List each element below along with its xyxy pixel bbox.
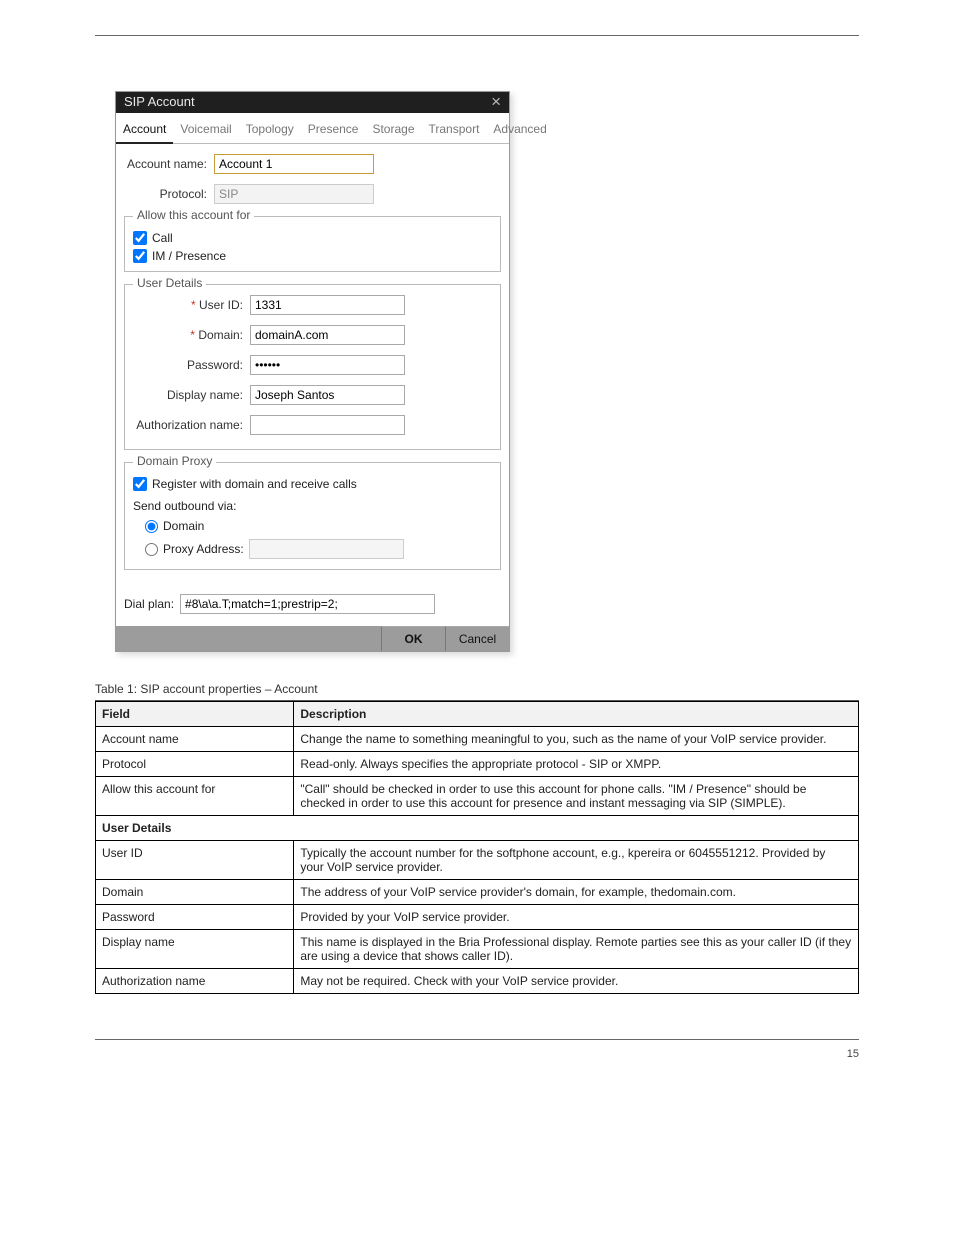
close-icon[interactable]: × (491, 93, 501, 110)
page-number: 15 (847, 1048, 859, 1060)
table-row: Authorization nameMay not be required. C… (96, 969, 859, 994)
table-caption: Table 1: SIP account properties – Accoun… (95, 682, 859, 696)
properties-table: Field Description Account nameChange the… (95, 701, 859, 994)
ok-button[interactable]: OK (381, 626, 445, 651)
auth-name-label: Authorization name: (133, 418, 243, 432)
table-section-row: User Details (96, 816, 859, 841)
account-name-input[interactable] (214, 154, 374, 174)
domain-label: * Domain: (133, 328, 243, 342)
register-label: Register with domain and receive calls (152, 477, 357, 491)
page-top-rule (95, 35, 859, 36)
outbound-domain-label: Domain (163, 519, 204, 533)
tab-presence[interactable]: Presence (301, 119, 366, 143)
allow-call-checkbox[interactable] (133, 231, 147, 245)
tab-topology[interactable]: Topology (239, 119, 301, 143)
user-id-label: * User ID: (133, 298, 243, 312)
table-row: Account nameChange the name to something… (96, 727, 859, 752)
dialog-title: SIP Account (124, 94, 195, 109)
display-name-input[interactable] (250, 385, 405, 405)
allow-im-label: IM / Presence (152, 249, 226, 263)
cancel-button[interactable]: Cancel (445, 626, 509, 651)
protocol-label: Protocol: (124, 187, 207, 201)
domain-proxy-fieldset: Domain Proxy Register with domain and re… (124, 462, 501, 570)
allow-call-label: Call (152, 231, 173, 245)
password-label: Password: (133, 358, 243, 372)
page-bottom-rule (95, 1039, 859, 1040)
password-input[interactable] (250, 355, 405, 375)
outbound-proxy-label: Proxy Address: (163, 542, 244, 556)
protocol-input (214, 184, 374, 204)
sip-account-dialog: SIP Account × Account Voicemail Topology… (115, 91, 510, 652)
col-description: Description (294, 702, 859, 727)
tab-voicemail[interactable]: Voicemail (173, 119, 238, 143)
table-row: PasswordProvided by your VoIP service pr… (96, 905, 859, 930)
table-row: DomainThe address of your VoIP service p… (96, 880, 859, 905)
tab-transport[interactable]: Transport (422, 119, 487, 143)
table-row: Display nameThis name is displayed in th… (96, 930, 859, 969)
display-name-label: Display name: (133, 388, 243, 402)
allow-im-checkbox[interactable] (133, 249, 147, 263)
dialog-buttonbar: OK Cancel (116, 626, 509, 651)
proxy-address-input[interactable] (249, 539, 404, 559)
tab-storage[interactable]: Storage (365, 119, 421, 143)
user-id-input[interactable] (250, 295, 405, 315)
outbound-proxy-radio[interactable] (145, 543, 158, 556)
register-checkbox[interactable] (133, 477, 147, 491)
dialog-titlebar: SIP Account × (116, 92, 509, 113)
account-name-label: Account name: (124, 157, 207, 171)
dialog-tabs: Account Voicemail Topology Presence Stor… (116, 113, 509, 144)
allow-account-fieldset: Allow this account for Call IM / Presenc… (124, 216, 501, 272)
table-row: ProtocolRead-only. Always specifies the … (96, 752, 859, 777)
table-header-row: Field Description (96, 702, 859, 727)
dialplan-label: Dial plan: (124, 597, 174, 611)
table-row: User IDTypically the account number for … (96, 841, 859, 880)
domain-proxy-legend: Domain Proxy (133, 454, 216, 468)
col-field: Field (96, 702, 294, 727)
tab-account[interactable]: Account (116, 119, 173, 144)
send-outbound-label: Send outbound via: (133, 499, 236, 513)
user-details-legend: User Details (133, 276, 206, 290)
outbound-domain-radio[interactable] (145, 520, 158, 533)
dialplan-input[interactable] (180, 594, 435, 614)
domain-input[interactable] (250, 325, 405, 345)
auth-name-input[interactable] (250, 415, 405, 435)
allow-account-legend: Allow this account for (133, 208, 254, 222)
tab-advanced[interactable]: Advanced (486, 119, 553, 143)
table-row: Allow this account for"Call" should be c… (96, 777, 859, 816)
user-details-fieldset: User Details * User ID: * Domain: Passwo… (124, 284, 501, 450)
